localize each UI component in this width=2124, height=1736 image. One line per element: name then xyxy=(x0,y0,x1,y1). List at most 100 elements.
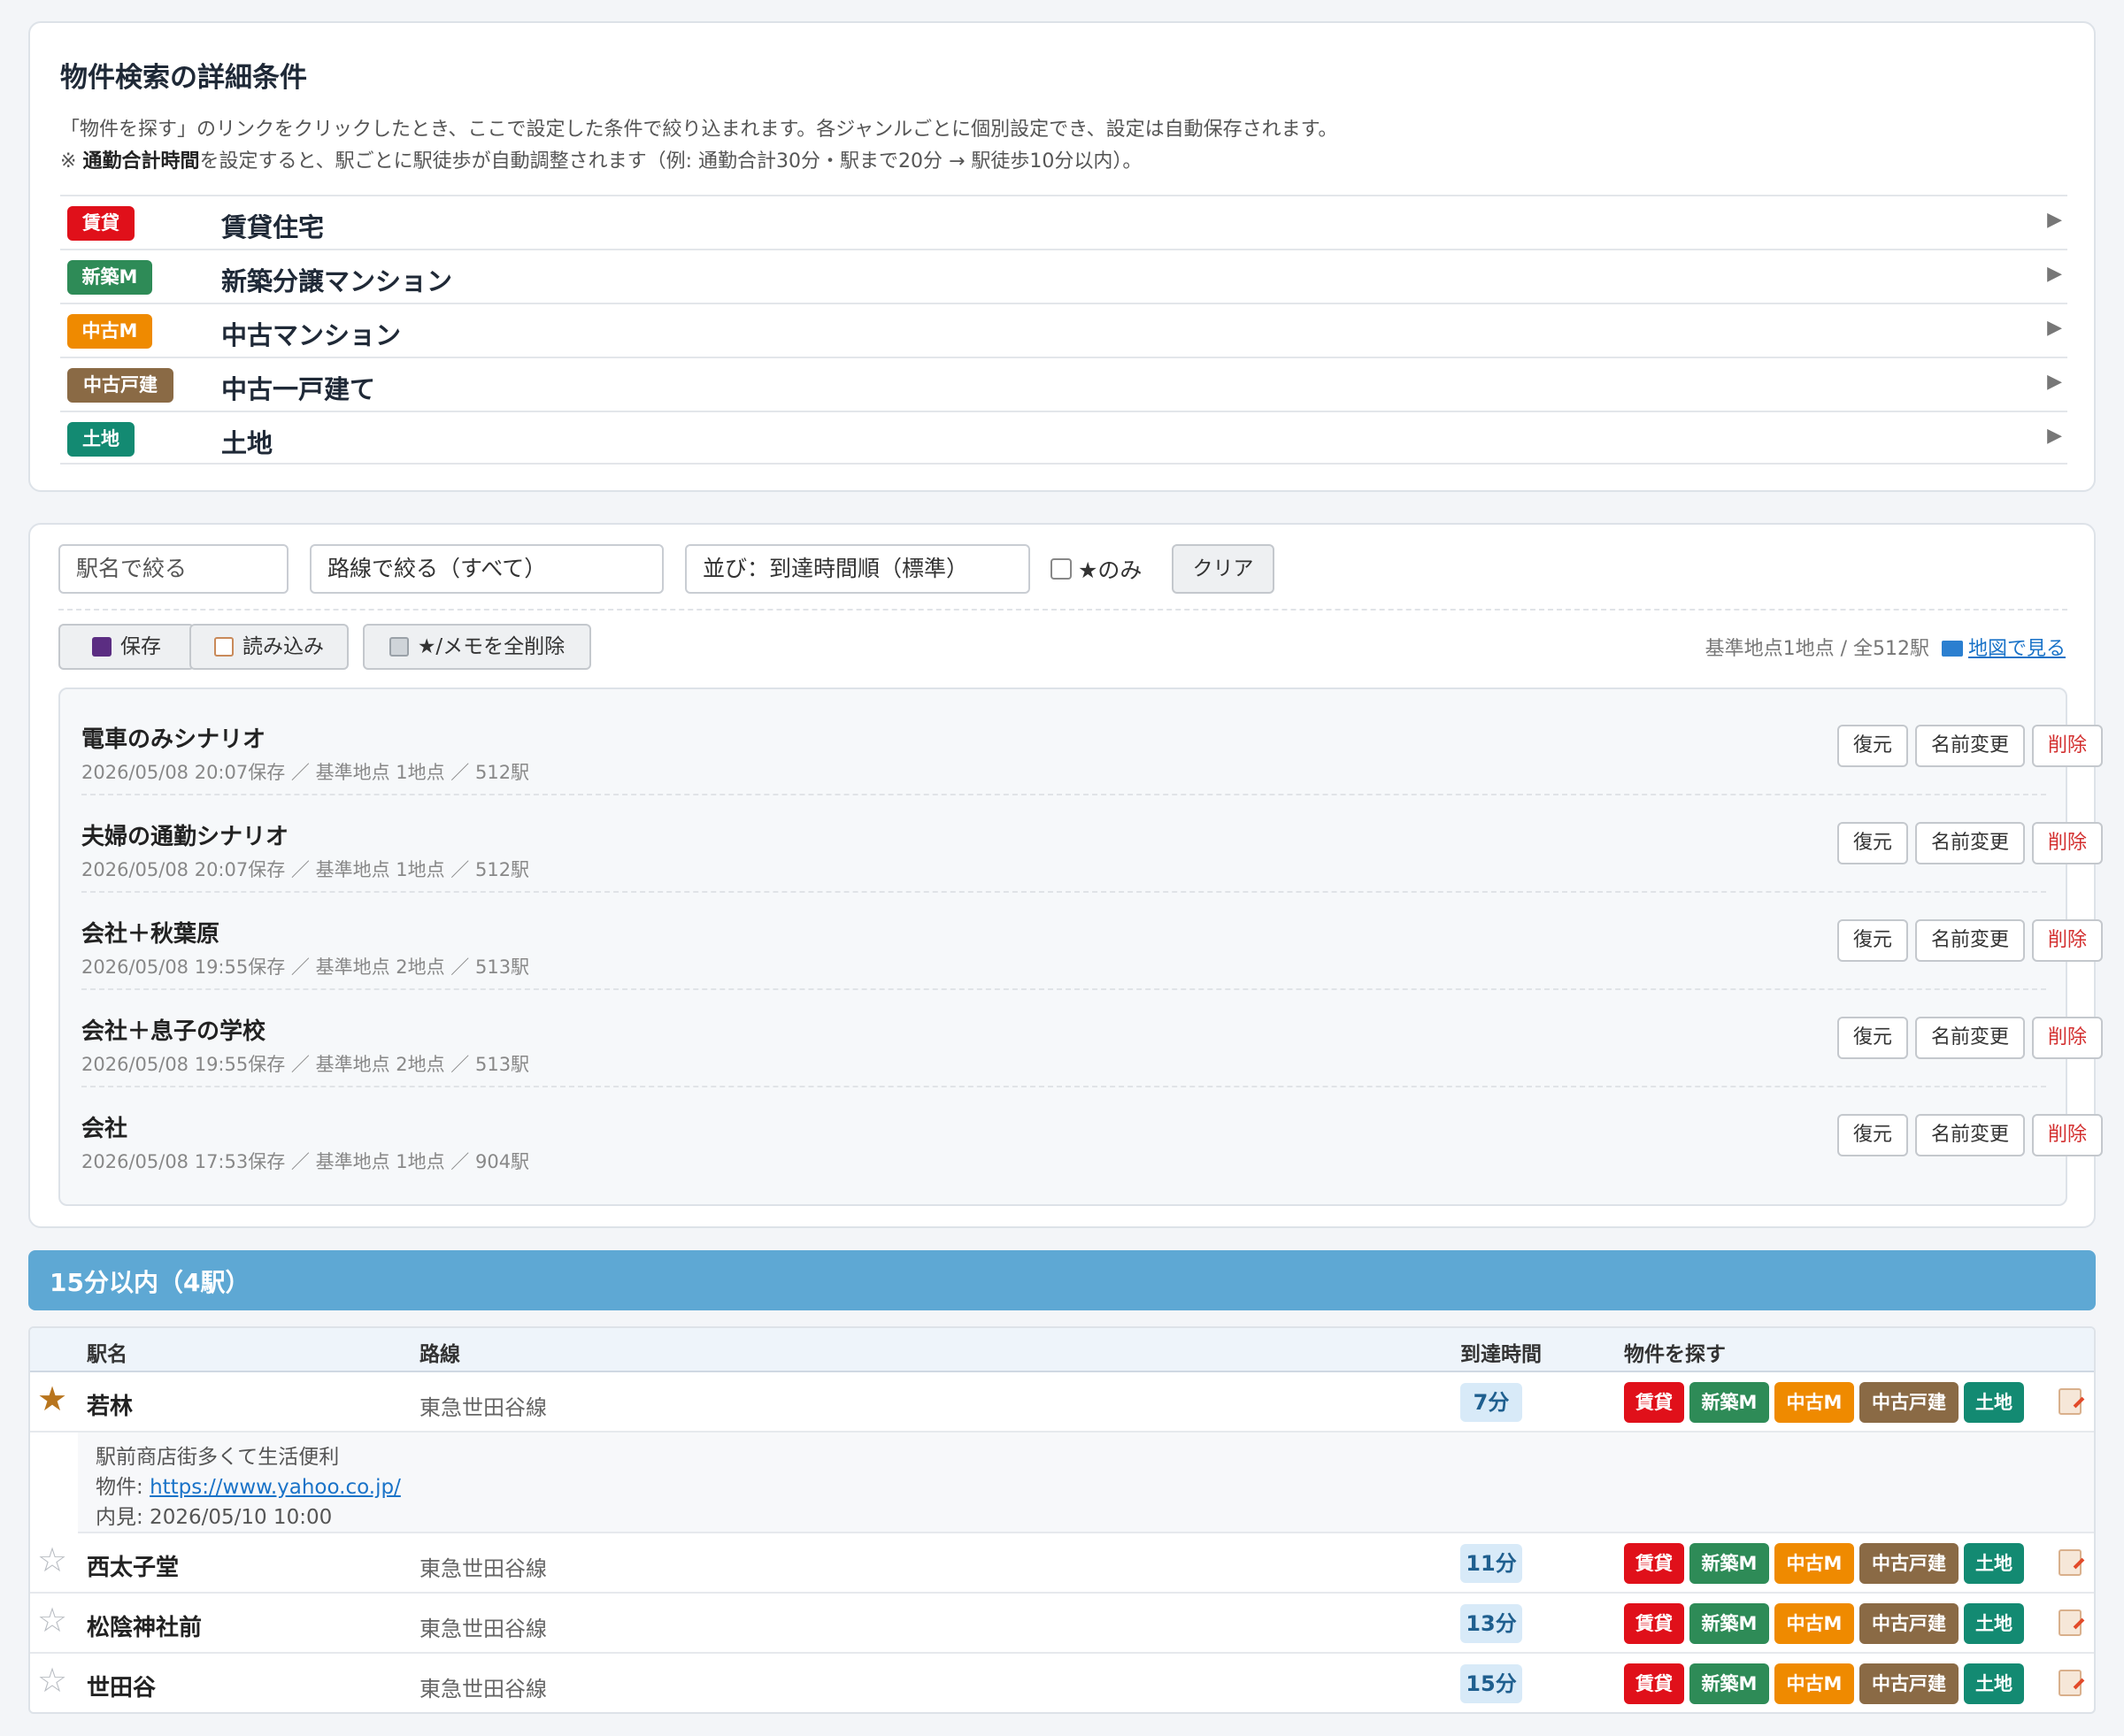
property-search-link[interactable]: 新築M xyxy=(1689,1382,1769,1423)
line-filter-select[interactable]: 路線で絞る（すべて） xyxy=(310,544,664,594)
delete-button[interactable]: 削除 xyxy=(2032,1114,2103,1156)
station-table: 駅名 路線 到達時間 物件を探す ★ 若林 東急世田谷線 7分 賃貸 新築M 中古M 中… xyxy=(28,1326,2096,1714)
scenario-name: 会社＋秋葉原 xyxy=(81,921,220,948)
station-name: 世田谷 xyxy=(87,1675,157,1701)
scenario-meta: 2026/05/08 17:53保存 ／ 基準地点 1地点 ／ 904駅 xyxy=(81,1151,530,1172)
expand-arrow-icon[interactable]: ▶ xyxy=(2047,425,2062,447)
scenario-name: 会社 xyxy=(81,1116,128,1142)
memo-edit-icon[interactable] xyxy=(2059,1549,2082,1576)
restore-button[interactable]: 復元 xyxy=(1837,919,1908,962)
scenario-row: 電車のみシナリオ 2026/05/08 20:07保存 ／ 基準地点 1地点 ／… xyxy=(81,698,2103,795)
genre-row[interactable]: 土地 土地 ▶ xyxy=(60,411,2067,465)
genre-row[interactable]: 中古戸建 中古一戸建て ▶ xyxy=(60,357,2067,411)
header-line: 路線 xyxy=(419,1343,460,1366)
property-search-link[interactable]: 中古戸建 xyxy=(1859,1382,1959,1423)
expand-arrow-icon[interactable]: ▶ xyxy=(2047,317,2062,339)
property-search-link[interactable]: 中古M xyxy=(1774,1382,1854,1423)
trash-icon xyxy=(389,637,409,657)
line-name: 東急世田谷線 xyxy=(419,1617,547,1641)
star-outline-icon[interactable]: ☆ xyxy=(37,1601,67,1640)
star-filled-icon[interactable]: ★ xyxy=(37,1379,67,1418)
note-rest: を設定すると、駅ごとに駅徒歩が自動調整されます（例: 通勤合計30分・駅まで20… xyxy=(199,150,1143,173)
saved-scenarios-panel: 電車のみシナリオ 2026/05/08 20:07保存 ／ 基準地点 1地点 ／… xyxy=(58,687,2103,1206)
time-group-header[interactable]: 15分以内（4駅） xyxy=(28,1250,2096,1310)
memo-visit: 内見: 2026/05/10 10:00 xyxy=(96,1506,333,1529)
delete-button[interactable]: 削除 xyxy=(2032,919,2103,962)
memo-property-link[interactable]: https://www.yahoo.co.jp/ xyxy=(150,1476,401,1499)
scenario-name: 会社＋息子の学校 xyxy=(81,1018,266,1045)
property-search-link[interactable]: 中古M xyxy=(1774,1603,1854,1644)
genre-badge: 賃貸 xyxy=(67,206,135,241)
rename-button[interactable]: 名前変更 xyxy=(1915,1017,2025,1059)
expand-arrow-icon[interactable]: ▶ xyxy=(2047,371,2062,393)
table-row: ☆ 世田谷 東急世田谷線 15分 賃貸 新築M 中古M 中古戸建 土地 xyxy=(30,1654,2094,1712)
property-search-link[interactable]: 土地 xyxy=(1964,1382,2024,1423)
conditions-description: 「物件を探す」のリンクをクリックしたとき、ここで設定した条件で絞り込まれます。各… xyxy=(60,119,1338,141)
scenario-row: 会社＋秋葉原 2026/05/08 19:55保存 ／ 基準地点 2地点 ／ 5… xyxy=(81,893,2103,990)
property-search-link[interactable]: 土地 xyxy=(1964,1663,2024,1704)
travel-time-badge: 13分 xyxy=(1460,1604,1522,1643)
property-search-link[interactable]: 中古M xyxy=(1774,1663,1854,1704)
star-only-label: ★のみ xyxy=(1078,557,1143,583)
clear-button[interactable]: クリア xyxy=(1172,544,1274,594)
rename-button[interactable]: 名前変更 xyxy=(1915,919,2025,962)
rename-button[interactable]: 名前変更 xyxy=(1915,822,2025,864)
genre-row[interactable]: 新築M 新築分譲マンション ▶ xyxy=(60,249,2067,303)
property-search-link[interactable]: 土地 xyxy=(1964,1543,2024,1584)
rename-button[interactable]: 名前変更 xyxy=(1915,1114,2025,1156)
station-filter-input[interactable]: 駅名で絞る xyxy=(58,544,289,594)
load-button[interactable]: 読み込み xyxy=(189,624,349,670)
property-search-link[interactable]: 中古M xyxy=(1774,1543,1854,1584)
restore-button[interactable]: 復元 xyxy=(1837,725,1908,767)
property-search-link[interactable]: 賃貸 xyxy=(1624,1603,1684,1644)
station-count-info: 基準地点1地点 / 全512駅 地図で見る xyxy=(1705,633,2066,661)
rename-button[interactable]: 名前変更 xyxy=(1915,725,2025,767)
star-outline-icon[interactable]: ☆ xyxy=(37,1540,67,1579)
table-row: ☆ 西太子堂 東急世田谷線 11分 賃貸 新築M 中古M 中古戸建 土地 xyxy=(30,1533,2094,1594)
table-row: ★ 若林 東急世田谷線 7分 賃貸 新築M 中古M 中古戸建 土地 xyxy=(30,1372,2094,1433)
delete-button[interactable]: 削除 xyxy=(2032,1017,2103,1059)
genre-badge: 中古戸建 xyxy=(67,368,173,403)
genre-row[interactable]: 中古M 中古マンション ▶ xyxy=(60,303,2067,357)
scenario-meta: 2026/05/08 19:55保存 ／ 基準地点 2地点 ／ 513駅 xyxy=(81,1054,530,1075)
delete-all-label: ★/メモを全削除 xyxy=(417,635,566,658)
save-button[interactable]: 保存 xyxy=(58,624,195,670)
genre-row[interactable]: 賃貸 賃貸住宅 ▶ xyxy=(60,195,2067,249)
delete-button[interactable]: 削除 xyxy=(2032,822,2103,864)
sort-select[interactable]: 並び：到達時間順（標準） xyxy=(685,544,1030,594)
property-search-link[interactable]: 賃貸 xyxy=(1624,1543,1684,1584)
restore-button[interactable]: 復元 xyxy=(1837,1114,1908,1156)
conditions-title: 物件検索の詳細条件 xyxy=(60,62,307,94)
clipboard-icon xyxy=(214,637,234,657)
load-label: 読み込み xyxy=(242,635,324,658)
expand-arrow-icon[interactable]: ▶ xyxy=(2047,209,2062,231)
delete-button[interactable]: 削除 xyxy=(2032,725,2103,767)
memo-edit-icon[interactable] xyxy=(2059,1609,2082,1636)
map-icon xyxy=(1941,641,1963,657)
property-search-link[interactable]: 賃貸 xyxy=(1624,1382,1684,1423)
floppy-icon xyxy=(92,637,112,657)
restore-button[interactable]: 復元 xyxy=(1837,822,1908,864)
station-name: 若林 xyxy=(87,1394,134,1420)
property-search-link[interactable]: 中古戸建 xyxy=(1859,1663,1959,1704)
property-search-link[interactable]: 中古戸建 xyxy=(1859,1543,1959,1584)
property-search-link[interactable]: 賃貸 xyxy=(1624,1663,1684,1704)
memo-edit-icon[interactable] xyxy=(2059,1670,2082,1696)
property-search-link[interactable]: 土地 xyxy=(1964,1603,2024,1644)
property-search-link[interactable]: 新築M xyxy=(1689,1663,1769,1704)
restore-button[interactable]: 復元 xyxy=(1837,1017,1908,1059)
genre-name: 中古一戸建て xyxy=(221,374,376,404)
property-search-link[interactable]: 新築M xyxy=(1689,1603,1769,1644)
expand-arrow-icon[interactable]: ▶ xyxy=(2047,263,2062,285)
property-search-link[interactable]: 新築M xyxy=(1689,1543,1769,1584)
star-outline-icon[interactable]: ☆ xyxy=(37,1661,67,1700)
delete-all-button[interactable]: ★/メモを全削除 xyxy=(363,624,591,670)
property-search-link[interactable]: 中古戸建 xyxy=(1859,1603,1959,1644)
station-memo: 駅前商店街多くて生活便利 物件: https://www.yahoo.co.jp… xyxy=(78,1433,2094,1533)
scenario-meta: 2026/05/08 20:07保存 ／ 基準地点 1地点 ／ 512駅 xyxy=(81,859,530,880)
header-time: 到達時間 xyxy=(1460,1343,1542,1366)
memo-edit-icon[interactable] xyxy=(2059,1388,2082,1415)
star-only-checkbox[interactable] xyxy=(1050,558,1072,580)
memo-property-label: 物件: xyxy=(96,1476,150,1499)
map-link[interactable]: 地図で見る xyxy=(1941,638,2066,660)
